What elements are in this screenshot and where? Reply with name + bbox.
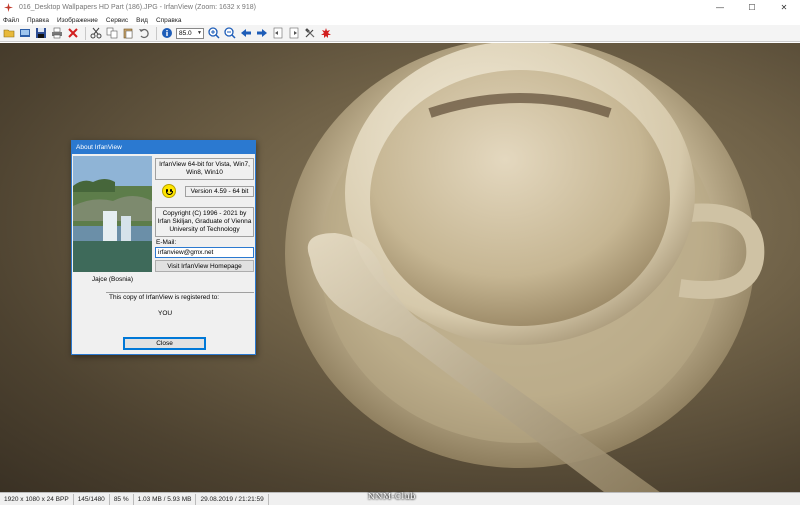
watermark: NNM-Club [368, 492, 416, 501]
prev-icon[interactable] [239, 27, 252, 40]
menu-help[interactable]: Справка [156, 17, 182, 24]
toolbar-separator [156, 26, 157, 40]
registered-text: This copy of IrfanView is registered to: [109, 294, 220, 301]
status-dimensions: 1920 x 1080 x 24 BPP [0, 493, 74, 505]
zoom-select[interactable]: 85.0 ▼ [176, 27, 204, 39]
delete-icon[interactable] [66, 27, 79, 40]
prev-page-icon[interactable] [271, 27, 284, 40]
toolbar-separator [85, 26, 86, 40]
version-text: Version 4.59 - 64 bit [190, 187, 249, 195]
photo-caption: Jajce (Bosnia) [91, 276, 134, 283]
print-icon[interactable] [50, 27, 63, 40]
email-field[interactable]: irfanview@gmx.net [155, 247, 254, 258]
menu-file[interactable]: Файл [3, 17, 19, 24]
copyright-text: Copyright (C) 1996 - 2021 by Irfan Skilj… [157, 210, 252, 233]
zoom-out-icon[interactable] [223, 27, 236, 40]
next-page-icon[interactable] [287, 27, 300, 40]
window-controls: — ☐ ✕ [704, 0, 800, 15]
copyright-box: Copyright (C) 1996 - 2021 by Irfan Skilj… [155, 207, 254, 237]
copy-icon[interactable] [105, 27, 118, 40]
status-zoom: 85 % [110, 493, 134, 505]
registered-to: YOU [158, 310, 173, 317]
jajce-waterfall-photo [73, 156, 152, 272]
paste-icon[interactable] [121, 27, 134, 40]
maximize-button[interactable]: ☐ [736, 0, 768, 15]
product-box: IrfanView 64-bit for Vista, Win7, Win8, … [155, 158, 254, 180]
undo-icon[interactable] [137, 27, 150, 40]
about-dialog: About IrfanView Jajce (Bosnia) IrfanView… [71, 140, 256, 355]
settings-icon[interactable] [303, 27, 316, 40]
status-index: 145/1480 [74, 493, 110, 505]
title-bar: 016_Desktop Wallpapers HD Part (186).JPG… [0, 0, 800, 15]
menu-options[interactable]: Сервис [106, 17, 128, 24]
save-icon[interactable] [34, 27, 47, 40]
divider [106, 292, 254, 293]
irfanview-app-icon[interactable] [4, 3, 13, 12]
menu-bar: Файл Правка Изображение Сервис Вид Справ… [0, 15, 800, 25]
smiley-icon [162, 184, 176, 198]
slideshow-icon[interactable] [18, 27, 31, 40]
menu-edit[interactable]: Правка [27, 17, 49, 24]
minimize-button[interactable]: — [704, 0, 736, 15]
cut-icon[interactable] [89, 27, 102, 40]
menu-view[interactable]: Вид [136, 17, 148, 24]
status-size: 1.03 MB / 5.93 MB [134, 493, 197, 505]
info-icon[interactable] [160, 27, 173, 40]
open-icon[interactable] [2, 27, 15, 40]
status-datetime: 29.08.2019 / 21:21:59 [196, 493, 269, 505]
next-icon[interactable] [255, 27, 268, 40]
menu-image[interactable]: Изображение [57, 17, 98, 24]
visit-homepage-button[interactable]: Visit IrfanView Homepage [155, 260, 254, 272]
close-window-button[interactable]: ✕ [768, 0, 800, 15]
zoom-value: 85.0 [179, 29, 192, 37]
product-name: IrfanView 64-bit for Vista, Win7, Win8, … [159, 161, 250, 176]
email-label: E-Mail: [156, 239, 177, 246]
version-box: Version 4.59 - 64 bit [185, 186, 254, 197]
close-button[interactable]: Close [123, 337, 206, 350]
toolbar: 85.0 ▼ [0, 25, 800, 42]
exit-icon[interactable] [319, 27, 332, 40]
window-title: 016_Desktop Wallpapers HD Part (186).JPG… [19, 4, 256, 11]
chevron-down-icon: ▼ [197, 29, 202, 36]
dialog-title: About IrfanView [72, 141, 255, 154]
zoom-in-icon[interactable] [207, 27, 220, 40]
